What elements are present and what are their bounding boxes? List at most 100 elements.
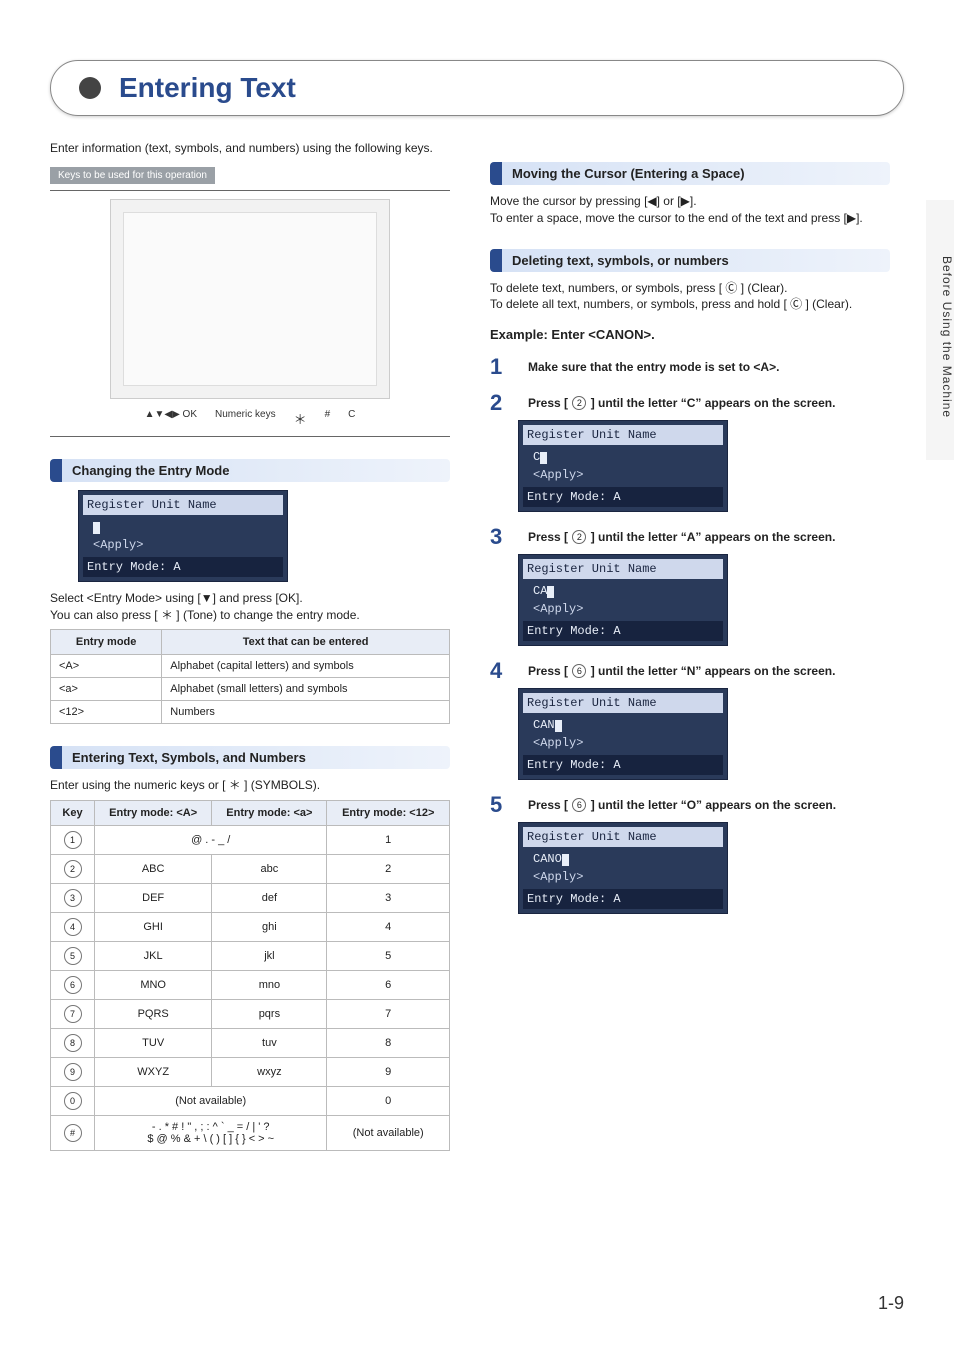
table-row: <A> Alphabet (capital letters) and symbo… xyxy=(51,655,450,678)
cell-a: ghi xyxy=(212,913,327,942)
title-bullet-icon xyxy=(79,77,101,99)
lcd-line3: <Apply> xyxy=(527,868,719,886)
side-tab: Before Using the Machine xyxy=(926,200,954,460)
th-mode-A: Entry mode: <A> xyxy=(95,801,212,826)
step: 1 Make sure that the entry mode is set to… xyxy=(490,356,890,378)
table-row: # - . * # ! " , ; : ^ ` _ = / | ' ? $ @ %… xyxy=(51,1116,450,1151)
key-circle-icon: 6 xyxy=(64,976,82,994)
section-changing-entry-mode: Changing the Entry Mode xyxy=(50,459,450,482)
cell-mode: <A> xyxy=(51,655,162,678)
label-hash: # xyxy=(325,409,331,428)
lcd-line3: <Apply> xyxy=(527,600,719,618)
cell-a: tuv xyxy=(212,1029,327,1058)
key-circle-icon: 9 xyxy=(64,1063,82,1081)
moving-cursor-l1: Move the cursor by pressing [◀] or [▶]. xyxy=(490,193,890,210)
cell-a: jkl xyxy=(212,942,327,971)
cell-desc: Alphabet (small letters) and symbols xyxy=(162,678,450,701)
step: 2Press [ 2 ] until the letter “C” appear… xyxy=(490,392,890,414)
step-text: Press [ 2 ] until the letter “C” appears… xyxy=(528,392,890,414)
cell-12: 1 xyxy=(327,826,450,855)
note-enter-using: Enter using the numeric keys or [ ＊ ] (S… xyxy=(50,777,450,794)
step-text: Press [ 6 ] until the letter “N” appears… xyxy=(528,660,890,682)
key-cell: # xyxy=(51,1116,95,1151)
step-text: Make sure that the entry mode is set to … xyxy=(528,356,890,378)
cell-desc: Numbers xyxy=(162,701,450,724)
cell-mode: <a> xyxy=(51,678,162,701)
key-cell: 5 xyxy=(51,942,95,971)
table-row: 1@ . - _ /1 xyxy=(51,826,450,855)
lcd-line2: C xyxy=(527,448,719,466)
keys-used-bar: Keys to be used for this operation xyxy=(50,167,215,184)
table-row: 0(Not available)0 xyxy=(51,1087,450,1116)
cell-12: 8 xyxy=(327,1029,450,1058)
page-number: 1-9 xyxy=(878,1293,904,1314)
page-title: Entering Text xyxy=(119,72,296,104)
table-row: 7PQRSpqrs7 xyxy=(51,1000,450,1029)
deleting-l1: To delete text, numbers, or symbols, pre… xyxy=(490,280,890,297)
lcd-line3: <Apply> xyxy=(527,466,719,484)
th-text-entered: Text that can be entered xyxy=(162,630,450,655)
lcd-changing-mode: Register Unit Name <Apply> Entry Mode: A xyxy=(78,490,288,582)
lcd-line1: Register Unit Name xyxy=(523,559,723,579)
step: 5Press [ 6 ] until the letter “O” appear… xyxy=(490,794,890,816)
key-glyph-icon: 2 xyxy=(572,396,586,410)
lcd-line2: CANO xyxy=(527,850,719,868)
cell-12: 6 xyxy=(327,971,450,1000)
lcd-line1: Register Unit Name xyxy=(523,827,723,847)
cursor-icon xyxy=(540,452,547,464)
lcd-line1: Register Unit Name xyxy=(523,425,723,445)
cell-A: GHI xyxy=(95,913,212,942)
example-heading: Example: Enter <CANON>. xyxy=(490,327,890,342)
cell-12: 0 xyxy=(327,1087,450,1116)
step-number: 1 xyxy=(490,356,514,378)
key-circle-icon: 3 xyxy=(64,889,82,907)
table-row: 4GHIghi4 xyxy=(51,913,450,942)
cell-A: TUV xyxy=(95,1029,212,1058)
cell-A: ABC xyxy=(95,855,212,884)
label-star: ＊ xyxy=(294,409,307,428)
cell-desc: Alphabet (capital letters) and symbols xyxy=(162,655,450,678)
lcd-line4: Entry Mode: A xyxy=(523,487,723,507)
th-entry-mode: Entry mode xyxy=(51,630,162,655)
step-number: 3 xyxy=(490,526,514,548)
step: 4 Press [ 6 ] until the letter “N” appear… xyxy=(490,660,890,682)
cell-12: 7 xyxy=(327,1000,450,1029)
key-cell: 7 xyxy=(51,1000,95,1029)
th-mode-12: Entry mode: <12> xyxy=(327,801,450,826)
cell-A: WXYZ xyxy=(95,1058,212,1087)
step-number: 5 xyxy=(490,794,514,816)
key-circle-icon: 8 xyxy=(64,1034,82,1052)
key-circle-icon: # xyxy=(64,1124,82,1142)
cell-mode: <12> xyxy=(51,701,162,724)
cell-A: JKL xyxy=(95,942,212,971)
cell-A: PQRS xyxy=(95,1000,212,1029)
step-number: 4 xyxy=(490,660,514,682)
lcd-step: Register Unit NameCANO<Apply>Entry Mode:… xyxy=(518,822,728,914)
moving-cursor-l2: To enter a space, move the cursor to the… xyxy=(490,210,890,227)
th-mode-a: Entry mode: <a> xyxy=(212,801,327,826)
cell-A: MNO xyxy=(95,971,212,1000)
lcd-line4: Entry Mode: A xyxy=(523,755,723,775)
cell-12: 3 xyxy=(327,884,450,913)
cell-a: wxyz xyxy=(212,1058,327,1087)
table-row: <a> Alphabet (small letters) and symbols xyxy=(51,678,450,701)
table-row: 3DEFdef3 xyxy=(51,884,450,913)
cursor-icon xyxy=(93,522,100,534)
key-circle-icon: 4 xyxy=(64,918,82,936)
section-moving-cursor: Moving the Cursor (Entering a Space) xyxy=(490,162,890,185)
cell-12: 4 xyxy=(327,913,450,942)
key-cell: 8 xyxy=(51,1029,95,1058)
cell-a: pqrs xyxy=(212,1000,327,1029)
cell-12: 2 xyxy=(327,855,450,884)
cell-Aa: @ . - _ / xyxy=(95,826,327,855)
lcd-line4: Entry Mode: A xyxy=(83,557,283,577)
lcd-line3: <Apply> xyxy=(527,734,719,752)
note-select-entry-mode: Select <Entry Mode> using [▼] and press … xyxy=(50,590,450,607)
lcd-line2: CAN xyxy=(527,716,719,734)
cell-a: def xyxy=(212,884,327,913)
label-numeric-keys: Numeric keys xyxy=(215,409,276,428)
lcd-line2 xyxy=(87,518,279,536)
cell-Aa: - . * # ! " , ; : ^ ` _ = / | ' ? $ @ % … xyxy=(95,1116,327,1151)
section-deleting: Deleting text, symbols, or numbers xyxy=(490,249,890,272)
step-text: Press [ 2 ] until the letter “A” appears… xyxy=(528,526,890,548)
